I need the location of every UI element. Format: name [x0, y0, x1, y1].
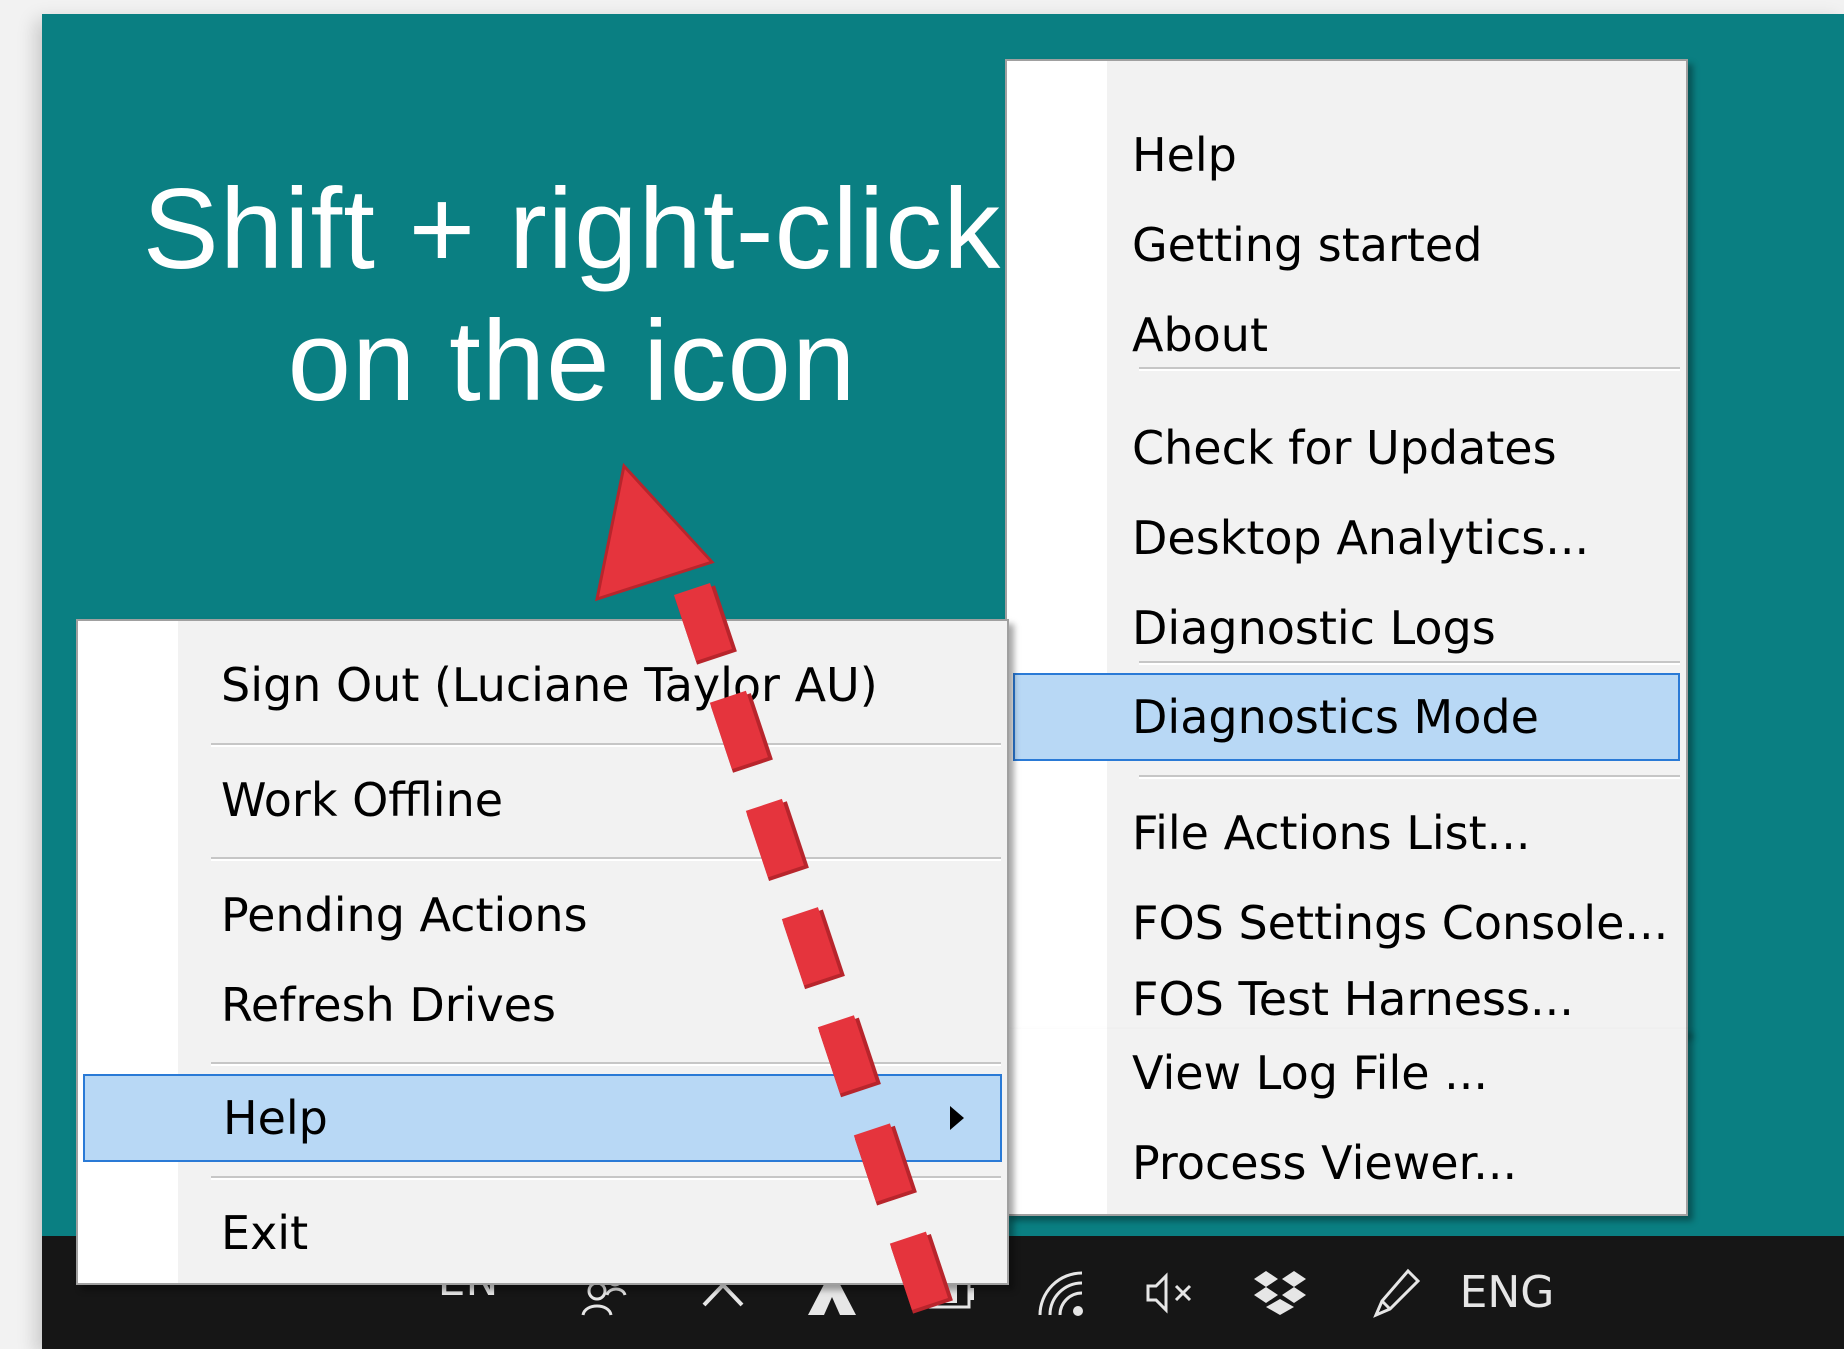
help-submenu-lower: View Log File ... Process Viewer... [1005, 1029, 1688, 1216]
submenu-item-getting-started[interactable]: Getting started [1007, 201, 1686, 289]
submenu-item-file-actions-list[interactable]: File Actions List... [1007, 789, 1686, 877]
menu-separator [211, 1176, 1001, 1178]
menu-item-label: Help [223, 1091, 328, 1145]
menu-separator [211, 743, 1001, 745]
submenu-item-process-viewer[interactable]: Process Viewer... [1007, 1119, 1686, 1207]
menu-separator [1139, 661, 1680, 663]
menu-item-sign-out[interactable]: Sign Out (Luciane Taylor AU) [78, 641, 1007, 729]
language-indicator-eng[interactable]: ENG [1452, 1236, 1562, 1349]
submenu-item-help[interactable]: Help [1007, 111, 1686, 199]
headline-line-1: Shift + right-click [142, 166, 1002, 293]
tray-context-menu: Sign Out (Luciane Taylor AU) Work Offlin… [76, 619, 1009, 1285]
screenshot-frame: Shift + right-click on the icon ENG Help… [42, 14, 1844, 1349]
menu-item-exit[interactable]: Exit [78, 1189, 1007, 1277]
submenu-item-label: View Log File ... [1132, 1046, 1489, 1100]
submenu-item-label: File Actions List... [1132, 806, 1531, 860]
submenu-item-label: FOS Test Harness... [1132, 972, 1574, 1026]
submenu-item-diagnostic-logs[interactable]: Diagnostic Logs [1007, 584, 1686, 672]
submenu-arrow-icon [950, 1106, 964, 1130]
menu-item-help[interactable]: Help [83, 1074, 1002, 1162]
menu-item-label: Pending Actions [221, 888, 588, 942]
menu-item-label: Sign Out (Luciane Taylor AU) [221, 658, 878, 712]
menu-separator [211, 1062, 1001, 1064]
speaker-muted-icon[interactable] [1132, 1236, 1208, 1349]
submenu-item-check-for-updates[interactable]: Check for Updates [1007, 404, 1686, 492]
help-submenu: Help Getting started About Check for Upd… [1005, 59, 1688, 1034]
submenu-item-fos-settings-console[interactable]: FOS Settings Console... [1007, 879, 1686, 967]
menu-item-label: Refresh Drives [221, 978, 556, 1032]
wifi-icon[interactable] [1024, 1236, 1100, 1349]
dropbox-icon[interactable] [1242, 1236, 1318, 1349]
submenu-item-label: Process Viewer... [1132, 1136, 1518, 1190]
pen-icon[interactable] [1358, 1236, 1434, 1349]
submenu-item-label: Check for Updates [1132, 421, 1557, 475]
headline-line-2: on the icon [287, 298, 857, 425]
submenu-item-label: Diagnostic Logs [1132, 601, 1496, 655]
menu-item-label: Work Offline [221, 773, 504, 827]
menu-item-label: Exit [221, 1206, 309, 1260]
submenu-item-diagnostics-mode[interactable]: Diagnostics Mode [1013, 673, 1680, 761]
instruction-headline: Shift + right-click on the icon [82, 164, 1062, 428]
menu-separator [1139, 367, 1680, 369]
menu-item-pending-actions[interactable]: Pending Actions [78, 871, 1007, 959]
submenu-item-about[interactable]: About [1007, 291, 1686, 379]
submenu-item-fos-test-harness[interactable]: FOS Test Harness... [1007, 969, 1686, 1029]
submenu-item-label: FOS Settings Console... [1132, 896, 1669, 950]
menu-separator [211, 857, 1001, 859]
menu-separator [1139, 775, 1680, 777]
submenu-item-desktop-analytics[interactable]: Desktop Analytics... [1007, 494, 1686, 582]
submenu-item-label: About [1132, 308, 1269, 362]
menu-item-refresh-drives[interactable]: Refresh Drives [78, 961, 1007, 1049]
submenu-item-label: Diagnostics Mode [1132, 690, 1539, 744]
submenu-item-label: Getting started [1132, 218, 1483, 272]
annotation-arrowhead [595, 462, 715, 602]
submenu-item-label: Desktop Analytics... [1132, 511, 1590, 565]
menu-item-work-offline[interactable]: Work Offline [78, 756, 1007, 844]
submenu-item-label: Help [1132, 128, 1237, 182]
submenu-item-view-log-file[interactable]: View Log File ... [1007, 1029, 1686, 1117]
